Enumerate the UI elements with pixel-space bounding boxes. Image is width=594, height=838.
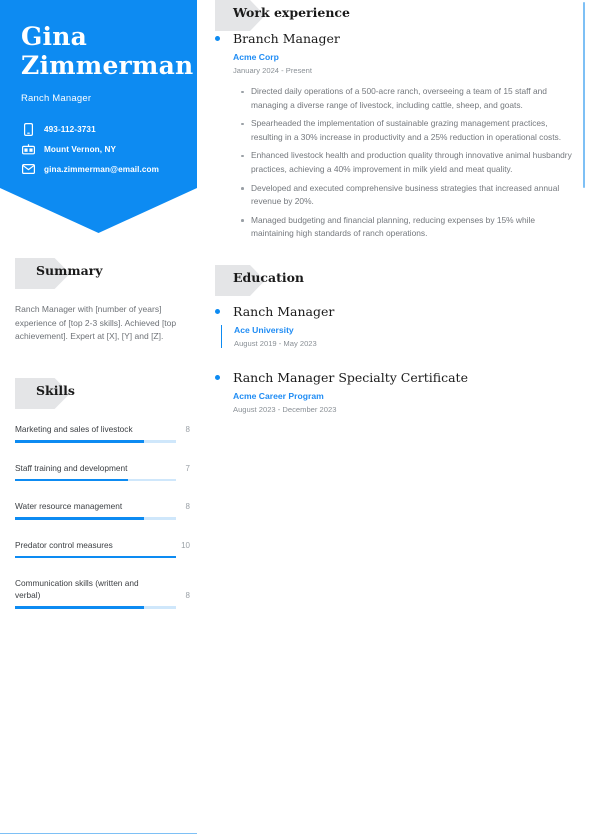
- contact-location[interactable]: Mount Vernon, NY: [22, 141, 192, 157]
- skill-item: Water resource management 8: [15, 500, 190, 520]
- candidate-name: Gina Zimmerman: [21, 22, 194, 80]
- work-entry-title: Branch Manager: [233, 31, 340, 46]
- summary-section: Summary Ranch Manager with [number of ye…: [15, 258, 190, 344]
- education-section: Education Ranch Manager Ace University Aug…: [215, 264, 575, 414]
- left-column-bottom-rule: [0, 833, 197, 835]
- bullet-dot-icon: [215, 36, 220, 41]
- contact-list: 493-112-3731 Mount Vernon, NY gina.zimme…: [22, 121, 192, 181]
- skill-score: 10: [181, 540, 190, 550]
- bullet-dot-icon: [215, 374, 220, 380]
- skill-list: Marketing and sales of livestock 8 Staff t…: [15, 423, 190, 609]
- skill-name: Staff training and development: [15, 462, 128, 473]
- summary-heading-label: Summary: [36, 263, 103, 278]
- skill-score: 8: [185, 591, 190, 601]
- candidate-job-title: Ranch Manager: [21, 93, 92, 104]
- skill-progress-track: [15, 478, 176, 482]
- bullet-dot-icon: [215, 308, 220, 314]
- work-entry: Branch Manager Acme Corp January 2024 - Pr…: [215, 31, 575, 241]
- resume-page: Gina Zimmerman Ranch Manager 493-112-373…: [0, 0, 594, 838]
- email-icon: [22, 163, 35, 176]
- skill-progress-fill: [15, 517, 144, 520]
- education-entry-title: Ranch Manager: [233, 303, 335, 319]
- skill-progress-track: [15, 517, 176, 520]
- skill-score: 8: [185, 502, 190, 512]
- work-entry-organization[interactable]: Acme Corp: [233, 52, 575, 62]
- skill-score: 7: [185, 463, 190, 473]
- last-name: Zimmerman: [21, 51, 194, 80]
- work-bullet: Developed and executed comprehensive bus…: [241, 182, 575, 209]
- education-heading-label: Education: [233, 269, 305, 285]
- left-column: Gina Zimmerman Ranch Manager 493-112-373…: [0, 0, 197, 838]
- work-entry-dates: January 2024 - Present: [233, 66, 312, 75]
- work-experience-heading-label: Work experience: [233, 5, 350, 20]
- work-bullet: Managed budgeting and financial planning…: [241, 214, 575, 241]
- work-entry-list: Branch Manager Acme Corp January 2024 - Pr…: [215, 31, 575, 241]
- skill-score: 8: [185, 425, 190, 434]
- work-bullet-list: Directed daily operations of a 500-acre …: [233, 85, 575, 241]
- phone-icon: [22, 122, 35, 136]
- work-experience-heading: Work experience: [215, 0, 575, 31]
- skill-name: Predator control measures: [15, 539, 113, 550]
- skill-name: Marketing and sales of livestock: [15, 424, 133, 434]
- email-text: gina.zimmerman@email.com: [44, 164, 160, 174]
- education-entry-title: Ranch Manager Specialty Certificate: [233, 369, 468, 385]
- skills-heading-label: Skills: [36, 383, 75, 398]
- skill-progress-fill: [15, 555, 176, 559]
- education-entry-dates: August 2019 - May 2023: [234, 338, 317, 348]
- education-entry-list: Ranch Manager Ace University August 2019 -…: [215, 304, 575, 414]
- skill-progress-fill: [15, 440, 144, 443]
- skill-item: Marketing and sales of livestock 8: [15, 423, 190, 443]
- skill-name: Water resource management: [15, 501, 123, 512]
- work-bullet: Enhanced livestock health and production…: [241, 149, 575, 176]
- skill-item: Predator control measures 10: [15, 539, 190, 559]
- right-column: Work experience Branch Manager Acme Corp J…: [215, 0, 575, 414]
- skill-progress-fill: [15, 606, 144, 609]
- education-entry-dates: August 2023 - December 2023: [233, 404, 337, 414]
- summary-text: Ranch Manager with [number of years] exp…: [15, 304, 177, 342]
- location-icon: [22, 143, 35, 156]
- skills-section: Skills Marketing and sales of livestock 8…: [15, 378, 190, 628]
- location-text: Mount Vernon, NY: [44, 144, 117, 154]
- phone-text: 493-112-3731: [44, 124, 96, 134]
- contact-email[interactable]: gina.zimmerman@email.com: [22, 161, 192, 177]
- education-entry: Ranch Manager Ace University August 2019 -…: [215, 304, 575, 348]
- skill-progress-track: [15, 555, 176, 559]
- skill-item: Communication skills (written and verbal…: [15, 577, 190, 609]
- skill-progress-fill: [15, 478, 128, 482]
- education-entry-organization[interactable]: Acme Career Program: [233, 391, 575, 401]
- skill-item: Staff training and development 7: [15, 462, 190, 482]
- contact-phone[interactable]: 493-112-3731: [22, 121, 192, 137]
- education-entry-organization[interactable]: Ace University: [234, 325, 575, 335]
- work-bullet: Spearheaded the implementation of sustai…: [241, 117, 575, 144]
- skill-progress-track: [15, 440, 176, 443]
- work-experience-section: Work experience Branch Manager Acme Corp J…: [215, 0, 575, 241]
- skill-progress-track: [15, 606, 176, 609]
- work-bullet: Directed daily operations of a 500-acre …: [241, 85, 575, 112]
- scrollbar-thumb[interactable]: [583, 2, 585, 188]
- summary-heading: Summary: [15, 258, 190, 289]
- education-entry: Ranch Manager Specialty Certificate Acme …: [215, 370, 575, 414]
- skill-name: Communication skills (written and verbal…: [15, 578, 139, 601]
- first-name: Gina: [21, 22, 88, 51]
- skills-heading: Skills: [15, 378, 190, 409]
- education-heading: Education: [215, 264, 575, 296]
